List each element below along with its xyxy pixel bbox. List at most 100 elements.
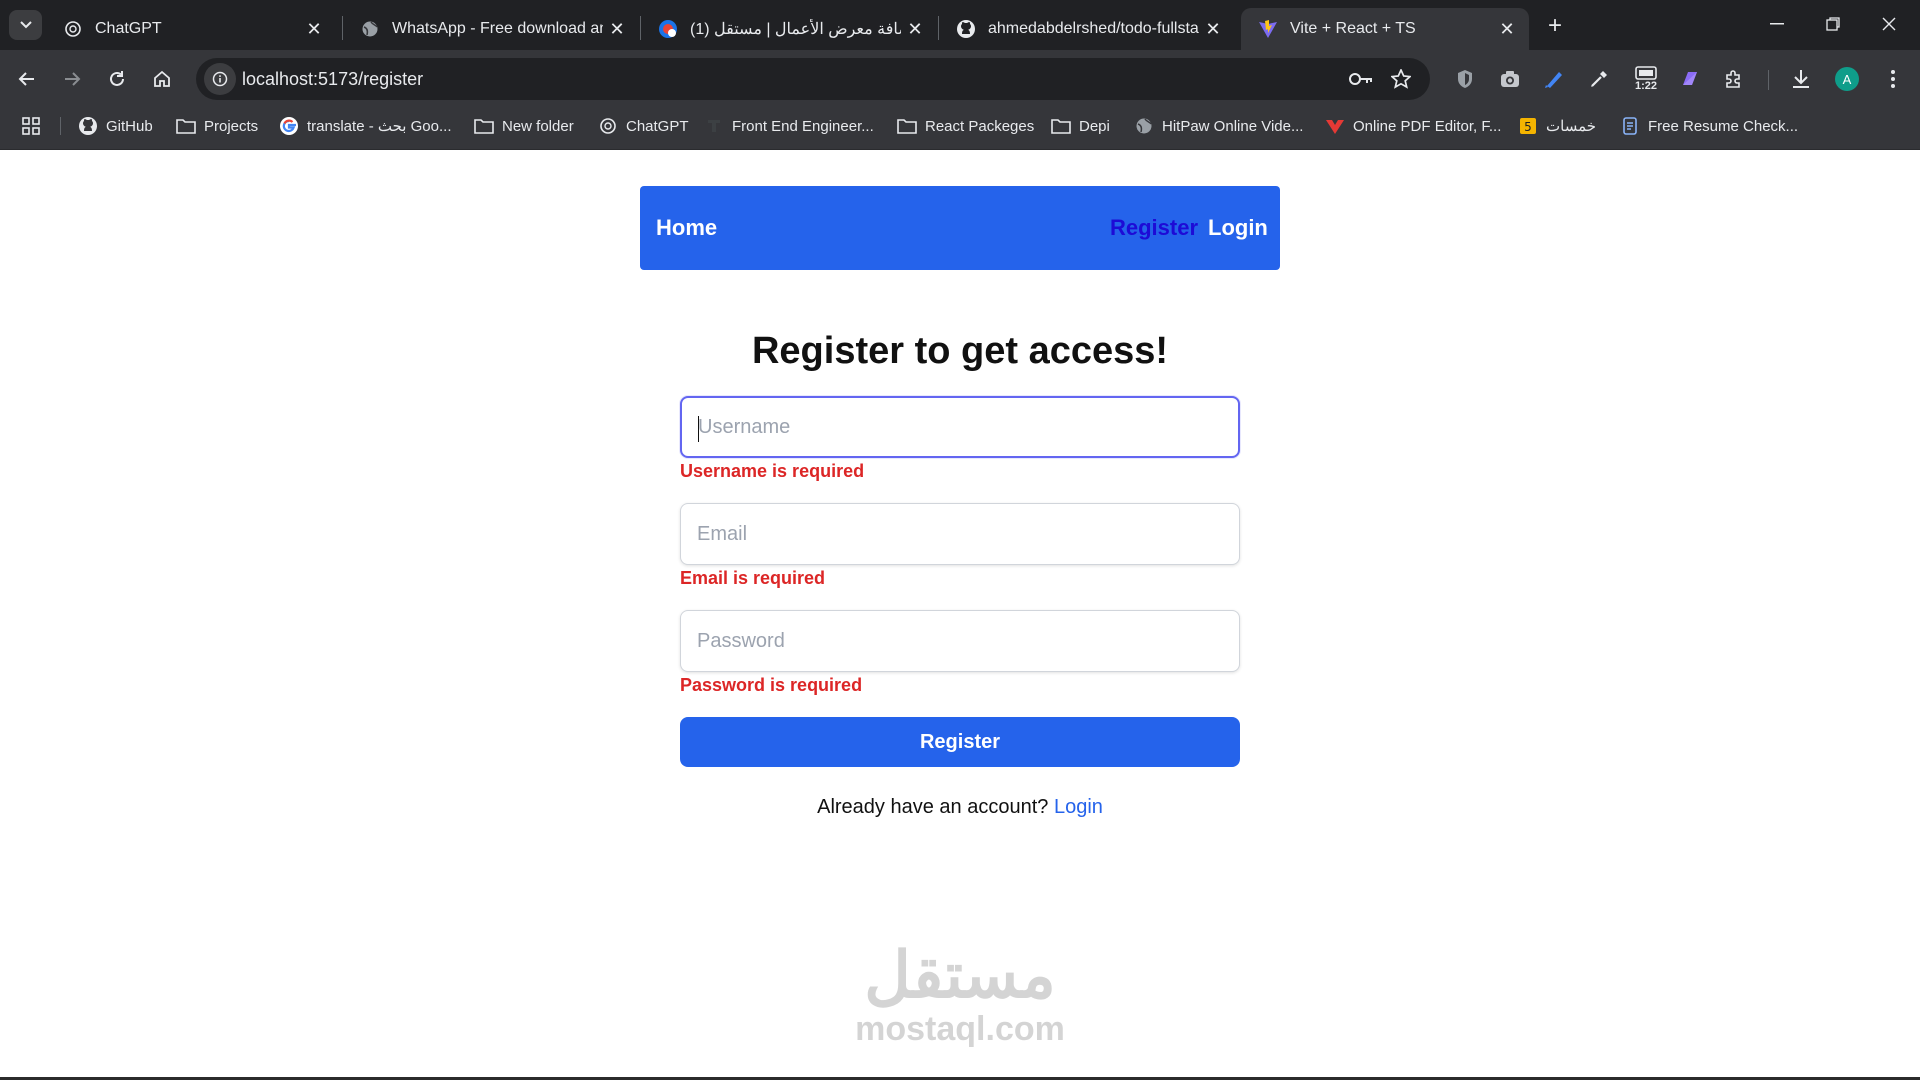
browser-toolbar: localhost:5173/register 1:22 A (0, 50, 1920, 108)
password-input[interactable] (681, 611, 1239, 671)
text-caret (698, 416, 699, 442)
bookmark-new-folder[interactable]: New folder (474, 108, 574, 144)
reload-icon[interactable] (100, 62, 134, 96)
bookmark-react-packeges[interactable]: React Packeges (897, 108, 1034, 144)
address-bar[interactable]: localhost:5173/register (196, 58, 1430, 100)
vite-icon (1258, 19, 1278, 39)
bookmark-projects[interactable]: Projects (176, 108, 258, 144)
profile-avatar[interactable]: A (1830, 62, 1864, 96)
page-title: Register to get access! (751, 330, 1169, 372)
tab-whatsapp[interactable]: WhatsApp - Free download and ✕ (343, 8, 639, 50)
already-text: Already have an account? (817, 796, 1049, 818)
register-button[interactable]: Register (680, 717, 1240, 767)
bookmark-resume[interactable]: Free Resume Check... (1620, 108, 1798, 144)
github-icon (956, 19, 976, 39)
mostaql-icon (658, 19, 678, 39)
email-error: Email is required (680, 568, 826, 588)
email-input[interactable] (681, 504, 1239, 564)
bookmark-depi[interactable]: Depi (1051, 108, 1110, 144)
email-field[interactable] (680, 503, 1240, 565)
page-icon (704, 116, 724, 136)
restore-icon[interactable] (1811, 8, 1855, 40)
bookmark-front-end[interactable]: Front End Engineer... (704, 108, 874, 144)
bookmark-label: GitHub (106, 117, 153, 135)
home-icon[interactable] (145, 62, 179, 96)
mostaql-watermark: مستقل mostaql.com (820, 940, 1100, 1048)
svg-text:5: 5 (1524, 120, 1532, 134)
avatar: A (1835, 67, 1859, 91)
shield-icon[interactable] (1448, 62, 1482, 96)
bookmark-label: Front End Engineer... (732, 117, 874, 135)
minimize-icon[interactable] (1755, 8, 1799, 40)
nav-login-link[interactable]: Login (1208, 186, 1268, 270)
bookmark-label: ChatGPT (626, 117, 689, 135)
folder-icon (1051, 116, 1071, 136)
timer-text: 1:22 (1634, 80, 1658, 92)
tab-title: ahmedabdelrshed/todo-fullstack (988, 20, 1199, 37)
extensions-puzzle-icon[interactable] (1717, 62, 1751, 96)
resume-icon (1620, 116, 1640, 136)
bookmarks-bar: GitHub Projects translate - بحث Goo... N… (0, 108, 1920, 150)
bookmark-chatgpt[interactable]: ChatGPT (598, 108, 689, 144)
url-text: localhost:5173/register (242, 69, 424, 89)
bookmark-hitpaw[interactable]: HitPaw Online Vide... (1134, 108, 1303, 144)
username-field[interactable] (680, 396, 1240, 458)
chatgpt-icon (63, 19, 83, 39)
tab-search-button[interactable] (9, 10, 42, 40)
bookmark-label: Depi (1079, 117, 1110, 135)
globe-icon (360, 19, 380, 39)
watermark-arabic: مستقل (864, 939, 1056, 1011)
bookmark-star-icon[interactable] (1386, 64, 1416, 94)
web-page: Home Register Login Register to get acce… (0, 150, 1920, 1080)
new-tab-button[interactable]: + (1541, 12, 1569, 40)
tab-strip: ChatGPT ✕ WhatsApp - Free download and ✕… (0, 0, 1920, 50)
globe-icon (1134, 116, 1154, 136)
toolbar-divider (1768, 70, 1769, 90)
chevron-down-icon (19, 21, 32, 29)
forward-icon[interactable] (55, 62, 89, 96)
timer-extension-icon[interactable]: 1:22 (1629, 58, 1663, 100)
tab-title: (1) إضافة معرض الأعمال | مستقل (690, 21, 901, 38)
close-tab-icon[interactable]: ✕ (1199, 15, 1227, 43)
nav-home-link[interactable]: Home (656, 186, 717, 270)
password-key-icon[interactable] (1346, 64, 1376, 94)
bookmark-label: Free Resume Check... (1648, 117, 1799, 135)
pen-extension-icon[interactable] (1537, 62, 1571, 96)
bookmark-label: خمسات (1546, 118, 1597, 135)
download-icon[interactable] (1784, 62, 1818, 96)
username-input[interactable] (682, 398, 1238, 456)
folder-icon (176, 116, 196, 136)
back-icon[interactable] (10, 62, 44, 96)
bookmark-github[interactable]: GitHub (78, 108, 153, 144)
bookmark-pdf-editor[interactable]: Online PDF Editor, F... (1325, 108, 1501, 144)
close-tab-icon[interactable]: ✕ (603, 15, 631, 43)
site-info-icon[interactable] (204, 63, 236, 95)
close-tab-icon[interactable]: ✕ (901, 15, 929, 43)
nav-register-link[interactable]: Register (1110, 186, 1198, 270)
close-window-icon[interactable] (1867, 8, 1911, 40)
purple-extension-icon[interactable] (1673, 62, 1707, 96)
watermark-latin: mostaql.com (855, 1010, 1065, 1048)
apps-grid-icon[interactable] (22, 108, 40, 144)
close-tab-icon[interactable]: ✕ (1493, 15, 1521, 43)
khamsat-icon: 5 (1518, 116, 1538, 136)
camera-icon[interactable] (1493, 62, 1527, 96)
tab-github[interactable]: ahmedabdelrshed/todo-fullstack ✕ (939, 8, 1235, 50)
bookmark-label: Online PDF Editor, F... (1353, 117, 1502, 135)
tab-chatgpt[interactable]: ChatGPT ✕ (46, 8, 336, 50)
tab-mostaql[interactable]: (1) إضافة معرض الأعمال | مستقل ✕ (641, 8, 937, 50)
folder-icon (474, 116, 494, 136)
menu-kebab-icon[interactable] (1876, 62, 1910, 96)
bookmark-khamsat[interactable]: 5 خمسات (1518, 108, 1596, 144)
bookmark-translate[interactable]: translate - بحث Goo... (279, 108, 452, 144)
github-icon (78, 116, 98, 136)
login-link[interactable]: Login (1054, 796, 1103, 818)
close-tab-icon[interactable]: ✕ (300, 15, 328, 43)
tab-vite-active[interactable]: Vite + React + TS ✕ (1241, 8, 1529, 50)
top-navbar: Home Register Login (640, 186, 1280, 270)
color-picker-icon[interactable] (1582, 62, 1616, 96)
bookmark-label: Projects (204, 117, 259, 135)
password-field[interactable] (680, 610, 1240, 672)
tab-title: ChatGPT (95, 20, 162, 37)
chatgpt-icon (598, 116, 618, 136)
